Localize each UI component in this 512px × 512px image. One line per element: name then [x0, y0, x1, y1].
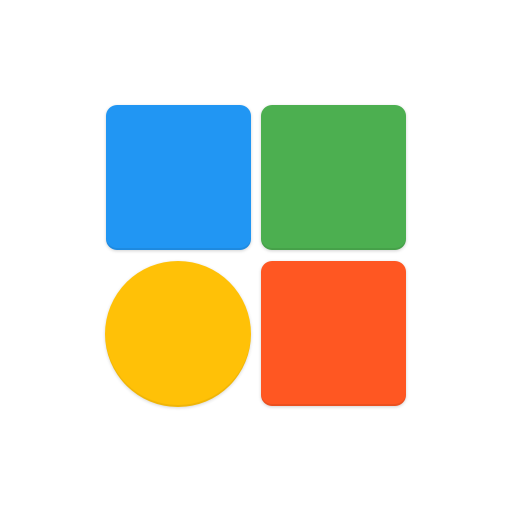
- blue-square-icon: [106, 105, 251, 250]
- app-grid-logo-icon: [0, 0, 512, 512]
- green-square-icon: [261, 105, 406, 250]
- orange-square-icon: [261, 261, 406, 406]
- yellow-circle-icon: [105, 261, 251, 407]
